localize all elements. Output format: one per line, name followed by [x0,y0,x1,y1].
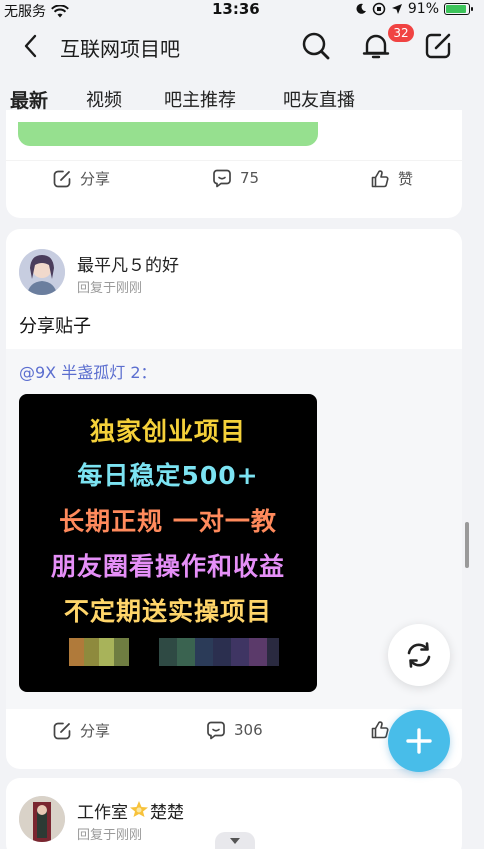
promo-line: 每日稳定500+ [77,461,259,490]
moon-icon [356,3,366,14]
post-meta: 回复于刚刚 [77,828,143,843]
carrier-group: 无服务 [4,1,69,21]
avatar[interactable] [19,796,65,842]
share-icon [53,722,71,739]
share-button[interactable]: 分享 [52,168,110,189]
carrier-label: 无服务 [4,4,46,20]
new-post-button[interactable] [388,710,450,772]
edit-icon [425,33,451,59]
username[interactable]: 最平凡５的好 [77,251,179,276]
promo-line: 不定期送实操项目 [63,597,272,626]
status-bar: 无服务 13:36 91% [0,0,484,20]
promo-line: 独家创业项目 [89,417,246,446]
chevron-left-icon [24,34,37,58]
username[interactable]: 工作室 楚楚 [77,798,184,823]
username-prefix: 工作室 [77,803,128,823]
avatar-image [19,249,65,295]
status-right: 91% [355,1,473,17]
compose-button[interactable] [422,30,454,62]
scrollbar[interactable] [465,522,469,568]
share-icon [53,170,71,187]
promo-line: 朋友圈看操作和收益 [50,552,285,581]
like-label: 赞 [398,170,414,188]
refresh-button[interactable] [388,624,450,686]
crown-icon [130,801,148,817]
nav-bar: 互联网项目吧 32 [0,22,484,72]
back-button[interactable] [16,32,44,60]
divider [6,160,462,161]
post-text: 分享贴子 [19,316,91,337]
pixelated-contact [159,638,279,666]
search-button[interactable] [300,30,332,62]
comment-count: 75 [240,169,260,187]
avatar-image [19,796,65,842]
battery-icon [444,3,473,15]
comment-button[interactable]: 306 [206,720,263,740]
promo-image[interactable]: 独家创业项目 每日稳定500+ 长期正规 一对一教 朋友圈看操作和收益 不定期送… [19,394,317,692]
refresh-icon [407,642,431,668]
post-card[interactable]: 分享 75 赞 [6,110,462,218]
post-meta: 回复于刚刚 [77,281,143,296]
share-label: 分享 [80,722,111,740]
promo-line: 长期正规 一对一教 [59,507,277,536]
thumbs-up-icon [371,169,389,187]
tab-latest[interactable]: 最新 [10,86,48,113]
thumbs-up-icon [371,721,389,739]
battery-percent: 91% [407,1,439,17]
share-label: 分享 [80,170,111,188]
tab-live[interactable]: 吧友直播 [283,86,355,112]
like-button[interactable] [370,720,390,740]
comment-icon [207,721,225,740]
orientation-lock-icon [372,2,386,16]
bell-icon [362,34,390,59]
battery-fill [446,5,467,13]
comment-icon [213,169,231,188]
plus-icon [406,728,432,754]
avatar[interactable] [19,249,65,295]
comment-button[interactable]: 75 [212,168,259,188]
post-card[interactable]: 最平凡５的好 回复于刚刚 分享贴子 @9X 半盏孤灯 2： 独家创业项目 每日稳… [6,229,462,769]
post-actions: 分享 75 赞 [6,168,462,208]
tab-moderator-picks[interactable]: 吧主推荐 [164,86,236,112]
forum-title: 互联网项目吧 [60,37,180,61]
wifi-icon [51,4,69,17]
bottom-expand-handle[interactable] [215,832,255,849]
comment-count: 306 [234,721,263,739]
location-icon [391,4,402,14]
notification-badge: 32 [388,24,414,42]
username-suffix: 楚楚 [150,803,184,823]
like-button[interactable]: 赞 [370,168,413,189]
tab-video[interactable]: 视频 [86,86,122,112]
share-button[interactable]: 分享 [52,720,110,741]
pixelated-contact [69,638,129,666]
post-image-partial [18,122,318,146]
mention-link[interactable]: @9X 半盏孤灯 2： [19,359,157,383]
status-time: 13:36 [212,0,260,18]
chevron-down-icon [230,837,240,844]
search-icon [302,32,330,60]
